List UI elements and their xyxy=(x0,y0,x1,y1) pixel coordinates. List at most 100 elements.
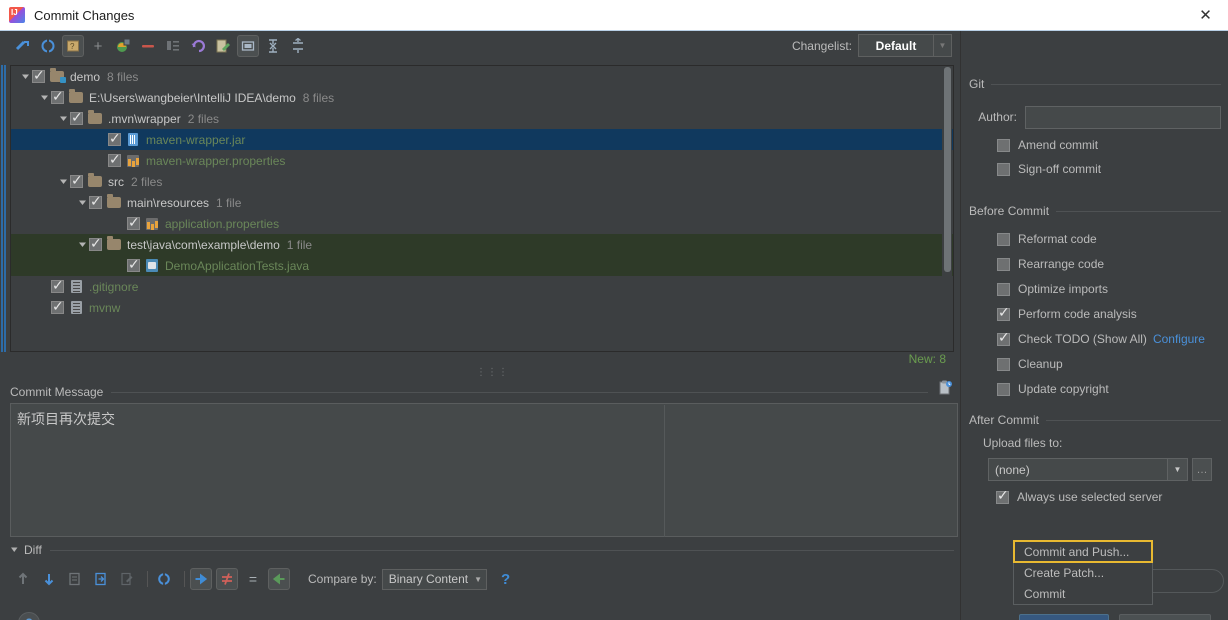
chevron-down-icon[interactable] xyxy=(19,66,32,87)
reformat-code-checkbox[interactable]: Reformat code xyxy=(997,230,1097,248)
check-todo-checkbox[interactable]: ✓ Check TODO (Show All) Configure xyxy=(997,330,1205,348)
git-section-label: Git xyxy=(969,77,985,91)
tree-row-checkbox[interactable]: ✓ xyxy=(51,89,64,104)
show-difference-icon[interactable] xyxy=(216,568,238,590)
tree-row-checkbox[interactable]: ✓ xyxy=(89,236,102,251)
chevron-down-icon[interactable] xyxy=(57,108,70,129)
check-todo-checkbox-label: Check TODO (Show All) xyxy=(1018,332,1147,346)
group-by-folder-icon[interactable] xyxy=(237,35,259,57)
diff-help-icon[interactable]: ? xyxy=(501,571,510,588)
tree-row-checkbox[interactable]: ✓ xyxy=(108,131,121,146)
accept-right-icon[interactable] xyxy=(190,568,212,590)
commit-history-icon[interactable] xyxy=(936,379,954,397)
diff-section-header[interactable]: Diff xyxy=(10,542,954,558)
equals-icon[interactable]: = xyxy=(242,568,264,590)
tree-scrollbar[interactable] xyxy=(942,67,952,351)
amend-commit-checkbox[interactable]: Amend commit xyxy=(997,136,1098,154)
changes-tree[interactable]: ✓ demo 8 files ✓ E:\Users\wangbeier\IntelliJ… xyxy=(10,65,954,352)
changelist-value: Default xyxy=(875,38,917,53)
tree-row[interactable]: ✓ main\resources 1 file xyxy=(11,192,953,213)
tree-row[interactable]: ✓ .gitignore xyxy=(11,276,953,297)
previous-difference-icon[interactable] xyxy=(12,568,34,590)
optimize-imports-checkbox[interactable]: Optimize imports xyxy=(997,280,1108,298)
properties-file-icon xyxy=(126,153,141,168)
author-field[interactable] xyxy=(1025,105,1221,129)
browse-servers-button[interactable]: … xyxy=(1192,458,1212,481)
commit-button[interactable]: Commit ▾ xyxy=(1019,614,1109,620)
author-label: Author: xyxy=(978,110,1017,124)
configure-todo-link[interactable]: Configure xyxy=(1153,332,1205,346)
tree-row-checkbox[interactable]: ✓ xyxy=(127,215,140,230)
always-use-selected-server-checkbox[interactable]: ✓ Always use selected server xyxy=(996,488,1162,506)
show-diff-icon[interactable] xyxy=(12,35,34,57)
commit-message-input[interactable]: 新项目再次提交 xyxy=(10,403,958,537)
tree-row[interactable]: ✓ test\java\com\example\demo 1 file xyxy=(11,234,953,255)
next-difference-icon[interactable] xyxy=(38,568,60,590)
refresh-diff-icon[interactable] xyxy=(153,568,175,590)
splitter-handle[interactable]: ⋮⋮⋮ xyxy=(476,367,509,378)
tree-row[interactable]: ✓ maven-wrapper.jar xyxy=(11,129,953,150)
chevron-down-icon[interactable] xyxy=(38,87,51,108)
tree-row[interactable]: ✓ maven-wrapper.properties xyxy=(11,150,953,171)
menu-item-commit[interactable]: Commit xyxy=(1014,583,1152,604)
tree-row-checkbox[interactable]: ✓ xyxy=(70,110,83,125)
cancel-button[interactable]: Cancel xyxy=(1119,614,1211,620)
rearrange-code-checkbox[interactable]: Rearrange code xyxy=(997,255,1104,273)
upload-server-dropdown[interactable]: (none) ▼ xyxy=(988,458,1188,481)
revert-icon[interactable] xyxy=(187,35,209,57)
tree-row-checkbox[interactable]: ✓ xyxy=(51,299,64,314)
remove-icon[interactable] xyxy=(137,35,159,57)
jump-to-source-icon[interactable] xyxy=(64,568,86,590)
tree-row-checkbox[interactable]: ✓ xyxy=(70,173,83,188)
tree-row[interactable]: ✓ demo 8 files xyxy=(11,66,953,87)
chevron-down-icon[interactable] xyxy=(76,234,89,255)
intellij-logo-icon xyxy=(9,7,25,23)
open-in-editor-icon[interactable] xyxy=(90,568,112,590)
cleanup-checkbox-label: Cleanup xyxy=(1018,357,1063,371)
tree-row-checkbox[interactable]: ✓ xyxy=(51,278,64,293)
sign-off-commit-checkbox[interactable]: Sign-off commit xyxy=(997,160,1101,178)
changes-pane: ? + Changelist: Default ▼ ✓ demo 8 files… xyxy=(0,31,960,620)
menu-item-commit-and-push[interactable]: Commit and Push... xyxy=(1013,540,1153,563)
annotate-icon[interactable] xyxy=(116,568,138,590)
tree-row[interactable]: ✓ application.properties xyxy=(11,213,953,234)
tree-row[interactable]: ✓ E:\Users\wangbeier\IntelliJ IDEA\demo 8 … xyxy=(11,87,953,108)
tree-row[interactable]: ✓ .mvn\wrapper 2 files xyxy=(11,108,953,129)
tree-row[interactable]: ✓ src 2 files xyxy=(11,171,953,192)
tree-row-count: 1 file xyxy=(216,195,242,210)
git-section-header: Git xyxy=(969,77,1221,91)
add-icon[interactable]: + xyxy=(87,35,109,57)
tree-row-checkbox[interactable]: ✓ xyxy=(89,194,102,209)
checkbox-box: ✓ xyxy=(997,303,1010,321)
chevron-down-icon[interactable] xyxy=(57,171,70,192)
expand-all-icon[interactable] xyxy=(287,35,309,57)
tree-row-checkbox[interactable]: ✓ xyxy=(32,68,45,83)
chevron-down-icon[interactable] xyxy=(76,192,89,213)
compare-by-dropdown[interactable]: Binary Content ▼ xyxy=(381,568,488,590)
accept-left-icon[interactable] xyxy=(268,568,290,590)
tree-row[interactable]: ✓ mvnw xyxy=(11,297,953,318)
perform-code-analysis-checkbox[interactable]: ✓ Perform code analysis xyxy=(997,305,1137,323)
group-by-module-icon[interactable] xyxy=(162,35,184,57)
refresh-icon[interactable] xyxy=(37,35,59,57)
tree-row[interactable]: ✓ DemoApplicationTests.java xyxy=(11,255,953,276)
checkbox-box xyxy=(997,382,1010,396)
tree-scrollbar-thumb[interactable] xyxy=(944,67,951,272)
close-icon[interactable]: ✕ xyxy=(1183,0,1228,30)
tree-row-checkbox[interactable]: ✓ xyxy=(127,257,140,272)
menu-item-create-patch[interactable]: Create Patch... xyxy=(1014,562,1152,583)
edit-source-icon[interactable] xyxy=(212,35,234,57)
changelist-dropdown[interactable]: Default ▼ xyxy=(858,34,952,57)
compare-by-label: Compare by: xyxy=(308,572,377,586)
move-to-changelist-icon[interactable] xyxy=(112,35,134,57)
help-button[interactable]: ? xyxy=(18,612,40,620)
new-files-count: New: 8 xyxy=(908,352,946,366)
group-by-directory-icon[interactable]: ? xyxy=(62,35,84,57)
update-copyright-checkbox[interactable]: Update copyright xyxy=(997,380,1109,398)
collapse-all-icon[interactable] xyxy=(262,35,284,57)
cleanup-checkbox[interactable]: Cleanup xyxy=(997,355,1063,373)
tree-row-checkbox[interactable]: ✓ xyxy=(108,152,121,167)
